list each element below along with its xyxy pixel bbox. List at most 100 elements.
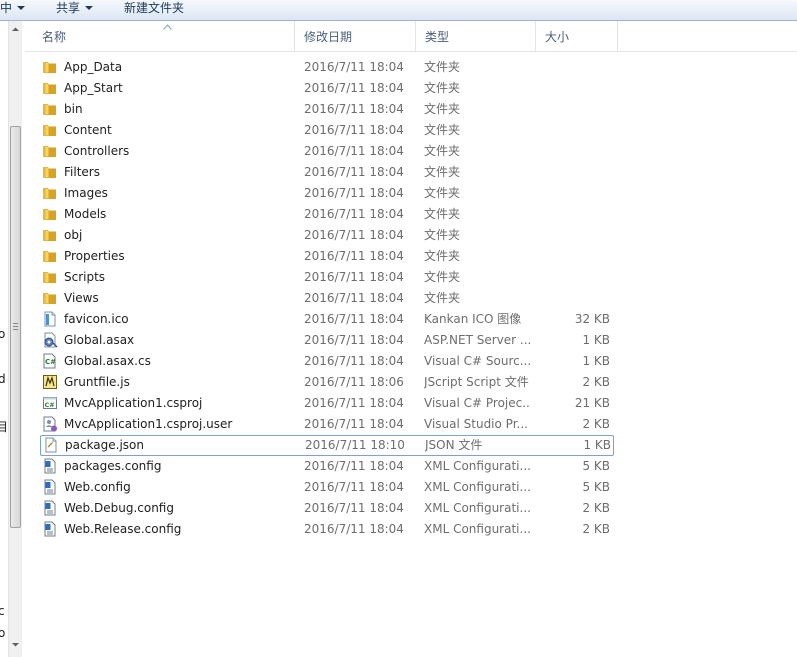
file-size (540, 141, 610, 162)
folder-icon (42, 57, 60, 78)
file-modified-date: 2016/7/11 18:04 (304, 102, 404, 116)
file-type: XML Configurati... (424, 480, 530, 494)
file-type: ASP.NET Server ... (424, 333, 530, 347)
file-type: 文件夹 (424, 60, 461, 74)
file-row[interactable]: MvcApplication1.csproj.user 2016/7/11 18:… (25, 414, 797, 435)
file-modified-date: 2016/7/11 18:04 (304, 459, 404, 473)
nav-item-fragment[interactable]: c (0, 604, 5, 618)
file-name: Views (64, 291, 99, 305)
file-row[interactable]: packages.config 2016/7/11 18:04 XML Config… (25, 456, 797, 477)
file-size: 2 KB (582, 522, 610, 536)
file-type: 文件夹 (424, 249, 461, 263)
file-row[interactable]: Properties 2016/7/11 18:04 文件夹 (25, 246, 797, 267)
file-modified-date: 2016/7/11 18:04 (304, 522, 404, 536)
column-header-type[interactable]: 类型 (416, 21, 536, 51)
column-header-bar: 名称 修改日期 类型 大小 (25, 21, 797, 52)
file-type: 文件夹 (424, 81, 461, 95)
file-name: Scripts (64, 270, 106, 284)
file-type: JScript Script 文件 (424, 375, 529, 389)
svg-text:C#: C# (45, 401, 55, 409)
file-type: 文件夹 (424, 144, 461, 158)
file-modified-date: 2016/7/11 18:04 (304, 291, 404, 305)
file-name: Global.asax (64, 333, 135, 347)
file-type: JSON 文件 (425, 438, 483, 452)
file-row-selected[interactable]: package.json 2016/7/11 18:10 JSON 文件 1 KB (40, 435, 614, 456)
file-modified-date: 2016/7/11 18:04 (304, 501, 404, 515)
file-type: 文件夹 (424, 270, 461, 284)
file-size: 1 KB (583, 438, 611, 452)
file-name: MvcApplication1.csproj.user (64, 417, 233, 431)
toolbar-open-label: 中 (0, 1, 13, 15)
file-name: App_Data (64, 60, 123, 74)
file-row[interactable]: Web.Debug.config 2016/7/11 18:04 XML Confi… (25, 498, 797, 519)
column-header-name[interactable]: 名称 (33, 21, 295, 51)
file-row[interactable]: Images 2016/7/11 18:04 文件夹 (25, 183, 797, 204)
folder-icon (42, 225, 60, 246)
file-type: 文件夹 (424, 291, 461, 305)
js-file-icon (42, 372, 60, 393)
file-type: 文件夹 (424, 228, 461, 242)
file-modified-date: 2016/7/11 18:04 (304, 333, 404, 347)
nav-item-fragment[interactable]: 目 (0, 418, 8, 435)
scrollbar-thumb[interactable] (10, 126, 21, 528)
file-modified-date: 2016/7/11 18:04 (304, 165, 404, 179)
command-bar: 中 共享 新建文件夹 (0, 0, 797, 21)
folder-icon (42, 141, 60, 162)
file-row[interactable]: Gruntfile.js 2016/7/11 18:06 JScript Scrip… (25, 372, 797, 393)
nav-vertical-scrollbar[interactable] (8, 21, 22, 657)
file-name: Content (64, 123, 112, 137)
file-modified-date: 2016/7/11 18:04 (304, 228, 404, 242)
asax-file-icon (42, 330, 60, 351)
file-size (540, 99, 610, 120)
file-row[interactable]: bin 2016/7/11 18:04 文件夹 (25, 99, 797, 120)
file-modified-date: 2016/7/11 18:04 (304, 270, 404, 284)
toolbar-open-button[interactable]: 中 (0, 0, 26, 20)
folder-icon (42, 204, 60, 225)
file-row[interactable]: Scripts 2016/7/11 18:04 文件夹 (25, 267, 797, 288)
file-name: obj (64, 228, 83, 242)
file-modified-date: 2016/7/11 18:04 (304, 480, 404, 494)
file-row[interactable]: favicon.ico 2016/7/11 18:04 Kankan ICO 图像 3… (25, 309, 797, 330)
scroll-up-arrow-icon[interactable] (10, 24, 21, 35)
file-row[interactable]: Filters 2016/7/11 18:04 文件夹 (25, 162, 797, 183)
file-type: 文件夹 (424, 186, 461, 200)
file-row[interactable]: Content 2016/7/11 18:04 文件夹 (25, 120, 797, 141)
file-row[interactable]: Controllers 2016/7/11 18:04 文件夹 (25, 141, 797, 162)
file-row[interactable]: App_Data 2016/7/11 18:04 文件夹 (25, 57, 797, 78)
toolbar-new-folder-button[interactable]: 新建文件夹 (124, 0, 184, 20)
scroll-down-arrow-icon[interactable] (10, 639, 21, 650)
column-header-size[interactable]: 大小 (536, 21, 618, 51)
file-type: XML Configurati... (424, 501, 530, 515)
column-header-type-label: 类型 (425, 30, 450, 44)
folder-icon (42, 288, 60, 309)
scrollbar-grip-icon (13, 323, 18, 330)
toolbar-share-label: 共享 (56, 1, 81, 15)
folder-icon (42, 183, 60, 204)
config-file-icon (42, 456, 60, 477)
file-name: App_Start (64, 81, 123, 95)
file-name: Global.asax.cs (64, 354, 151, 368)
file-row[interactable]: Models 2016/7/11 18:04 文件夹 (25, 204, 797, 225)
file-row[interactable]: App_Start 2016/7/11 18:04 文件夹 (25, 78, 797, 99)
file-name: packages.config (64, 459, 162, 473)
json-file-icon (43, 435, 61, 456)
file-size (540, 57, 610, 78)
file-type: Visual Studio Pr... (424, 417, 528, 431)
dropdown-arrow-icon (85, 5, 94, 10)
file-row[interactable]: C# Global.asax.cs 2016/7/11 18:04 Visual C… (25, 351, 797, 372)
file-list[interactable]: 名称 修改日期 类型 大小 App_Data 2016/7/11 18:04 文件夹… (25, 21, 797, 657)
nav-item-fragment[interactable]: o (0, 626, 5, 640)
file-row[interactable]: obj 2016/7/11 18:04 文件夹 (25, 225, 797, 246)
file-row[interactable]: Global.asax 2016/7/11 18:04 ASP.NET Server… (25, 330, 797, 351)
folder-icon (42, 162, 60, 183)
file-row[interactable]: Web.Release.config 2016/7/11 18:04 XML Con… (25, 519, 797, 540)
file-type: Visual C# Sourc... (424, 354, 530, 368)
file-row[interactable]: Web.config 2016/7/11 18:04 XML Configurati… (25, 477, 797, 498)
file-row[interactable]: C# MvcApplication1.csproj 2016/7/11 18:04… (25, 393, 797, 414)
file-row[interactable]: Views 2016/7/11 18:04 文件夹 (25, 288, 797, 309)
nav-item-fragment[interactable]: d (0, 372, 6, 386)
nav-item-fragment[interactable]: o (0, 327, 5, 341)
navigation-pane[interactable]: o d 目 c o (0, 21, 8, 657)
column-header-date[interactable]: 修改日期 (295, 21, 416, 51)
toolbar-share-button[interactable]: 共享 (56, 0, 94, 20)
